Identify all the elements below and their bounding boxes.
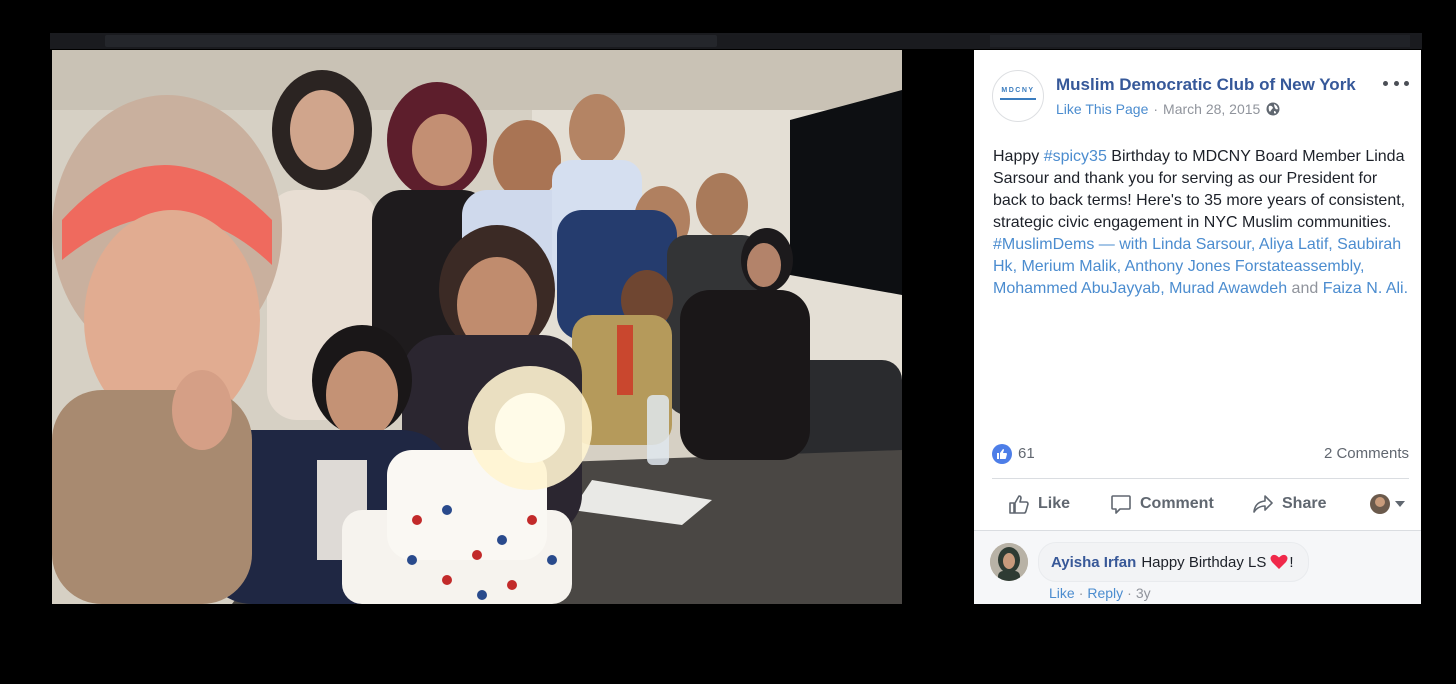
comment-action-separator: · xyxy=(1127,585,1132,601)
tagged-person-link[interactable]: Anthony Jones Forstateassembly xyxy=(1125,258,1360,275)
background-nav xyxy=(990,35,1410,47)
share-button[interactable]: Share xyxy=(1252,488,1326,520)
post-actions: Like Comment Share xyxy=(992,488,1409,522)
tagged-person-link[interactable]: Aliya Latif xyxy=(1259,236,1328,253)
caret-down-icon xyxy=(1395,501,1405,507)
with-label: — with xyxy=(1094,236,1153,253)
viewer-avatar xyxy=(1370,494,1390,514)
tagged-person-link[interactable]: Murad Awawdeh xyxy=(1169,280,1287,297)
post-header: MDCNY Muslim Democratic Club of New York… xyxy=(992,70,1409,122)
page-logo[interactable]: MDCNY xyxy=(992,70,1044,122)
background-search-bar xyxy=(105,35,717,47)
tag-separator: , xyxy=(1116,258,1125,275)
reaction-count[interactable]: 61 xyxy=(1018,445,1035,462)
comment-button[interactable]: Comment xyxy=(1110,488,1214,520)
post-date[interactable]: March 28, 2015 xyxy=(1163,101,1260,117)
comment-count-link[interactable]: 2 Comments xyxy=(1324,445,1409,462)
tagged-person-link[interactable]: Mohammed AbuJayyab xyxy=(993,280,1160,297)
tag-separator: , xyxy=(1359,258,1365,275)
share-icon xyxy=(1253,495,1273,513)
post-text-part: Happy xyxy=(993,148,1044,165)
post-as-selector[interactable] xyxy=(1370,488,1405,520)
globe-icon xyxy=(1266,102,1280,116)
comment-author-link[interactable]: Ayisha Irfan xyxy=(1051,554,1136,571)
tag-separator: , xyxy=(1160,280,1170,297)
like-button[interactable]: Like xyxy=(1008,488,1070,520)
page-name-link[interactable]: Muslim Democratic Club of New York xyxy=(1056,75,1356,95)
post-photo[interactable] xyxy=(52,50,902,604)
comment-text-suffix: ! xyxy=(1289,553,1294,571)
comment-label: Comment xyxy=(1140,495,1214,512)
heart-icon xyxy=(1270,554,1288,569)
comment-text: Happy Birthday LS xyxy=(1141,553,1267,571)
like-page-link[interactable]: Like This Page xyxy=(1056,101,1148,117)
tag-separator: , xyxy=(1328,236,1338,253)
and-label: and xyxy=(1287,280,1323,297)
hashtag-link[interactable]: #spicy35 xyxy=(1044,148,1107,165)
more-icon[interactable] xyxy=(1383,76,1409,90)
background-page-topbar xyxy=(50,33,1422,49)
tagged-person-link[interactable]: Faiza N. Ali. xyxy=(1323,280,1408,297)
comment-reply-link[interactable]: Reply xyxy=(1087,585,1123,601)
post-meta: Like This Page · March 28, 2015 xyxy=(1056,101,1280,117)
reaction-bar: 61 2 Comments xyxy=(992,443,1409,465)
like-icon xyxy=(1009,495,1029,514)
comment-time[interactable]: 3y xyxy=(1136,585,1151,601)
page-logo-text: MDCNY xyxy=(1001,87,1035,94)
comment-bubble: Ayisha Irfan Happy Birthday LS ! xyxy=(1038,542,1309,582)
comment-icon xyxy=(1111,495,1131,514)
group-birthday-photo xyxy=(52,50,902,604)
tagged-person-link[interactable]: Linda Sarsour xyxy=(1152,236,1251,253)
like-reaction-icon[interactable] xyxy=(992,444,1012,464)
meta-separator: · xyxy=(1153,101,1159,117)
tag-separator: , xyxy=(1250,236,1259,253)
comment-actions: Like · Reply · 3y xyxy=(1049,585,1151,601)
post-side-panel: MDCNY Muslim Democratic Club of New York… xyxy=(974,50,1421,604)
avatar[interactable] xyxy=(990,543,1028,581)
post-text: Happy #spicy35 Birthday to MDCNY Board M… xyxy=(993,146,1413,300)
comment-like-link[interactable]: Like xyxy=(1049,585,1075,601)
comments-section: Ayisha Irfan Happy Birthday LS ! Like · Re… xyxy=(974,531,1421,604)
page-logo-bar xyxy=(1000,98,1036,100)
hashtag-link[interactable]: #MuslimDems xyxy=(993,236,1094,253)
share-label: Share xyxy=(1282,495,1327,512)
divider xyxy=(992,478,1409,479)
like-label: Like xyxy=(1038,495,1071,512)
tagged-person-link[interactable]: Merium Malik xyxy=(1021,258,1116,275)
comment-action-separator: · xyxy=(1078,585,1084,601)
